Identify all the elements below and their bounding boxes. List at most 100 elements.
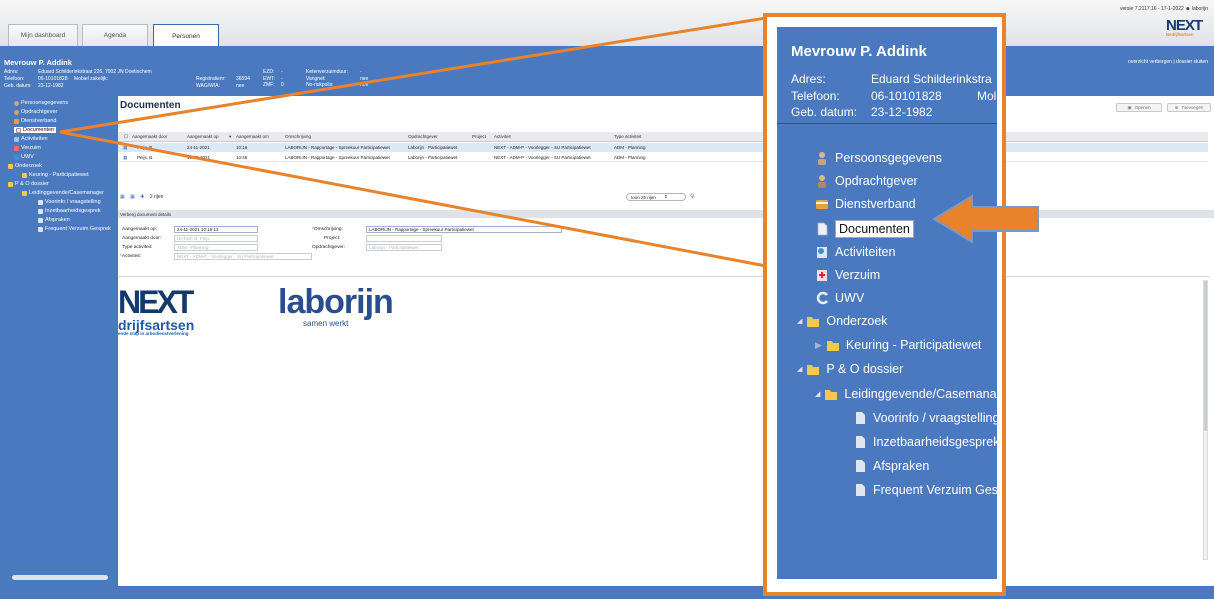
omschrijving-field[interactable]: LABORIJN - Rapportage - Spreekuur Partic… — [366, 226, 562, 233]
sidebar-item-label: Opdrachtgever — [21, 109, 58, 115]
document-icon — [856, 412, 865, 424]
details-toggle[interactable]: Verberg document details — [118, 210, 1214, 218]
zoom-mobiel-label: Mol — [977, 89, 997, 103]
preview-scrollbar[interactable] — [1203, 280, 1208, 560]
sidebar-item-activiteiten[interactable]: Activiteiten — [14, 136, 48, 142]
sidebar-scrollbar[interactable] — [12, 575, 108, 580]
sidebar-item-uwv[interactable]: UWV — [815, 291, 864, 305]
opdrachtgever-select[interactable]: Laborijn - Participatiewet — [366, 244, 442, 251]
sidebar-item-persoonsgegevens[interactable]: Persoonsgegevens — [14, 100, 68, 106]
sidebar-item-label: Activiteiten — [835, 245, 896, 259]
table-row[interactable]: ▦ Peijs, B. 24-11-2021 10:16 LABORIJN - … — [118, 143, 1208, 152]
sidebar-item-afspraken[interactable]: Afspraken — [38, 217, 70, 223]
sidebar-item-frequent-verzuim[interactable]: Frequent Verzuim Gesprek — [38, 226, 111, 232]
sidebar-item-dienstverband[interactable]: Dienstverband — [14, 118, 56, 124]
table-row[interactable]: ▦ Peijs, B. 13-10-2021 10:46 LABORIJN - … — [118, 153, 1208, 162]
tab-agenda[interactable]: Agenda — [82, 24, 148, 46]
activiteit-select[interactable]: NEXT - ADM-P - Voorlegger - SU Participa… — [174, 253, 312, 260]
type-activiteit-select[interactable]: ADM - Planning — [174, 244, 258, 251]
expanded-icon[interactable]: ◢ — [815, 390, 820, 398]
sidebar-tree: Persoonsgegevens Opdrachtgever Dienstver… — [0, 96, 118, 594]
documents-table-header: ☐ Aangemaakt door Aangemaakt op ▾ Aangem… — [118, 132, 1208, 142]
checkbox-icon[interactable]: ☐ — [124, 134, 128, 140]
search-icon[interactable]: ⚲ — [690, 193, 694, 200]
sidebar-item-afspraken[interactable]: Afspraken — [853, 459, 929, 473]
zmf-value: 0 — [281, 82, 284, 88]
add-button[interactable]: ⊕ Toevoegen — [1167, 103, 1211, 112]
col-header[interactable]: Type activiteit — [614, 134, 641, 139]
sidebar-item-frequent-verzuim[interactable]: Frequent Verzuim Gesp — [853, 483, 997, 497]
col-header[interactable]: Aangemaakt door — [132, 134, 168, 139]
sidebar-item-label: Keuring - Participatiewet — [29, 172, 89, 178]
sidebar-item-documenten[interactable]: Documenten — [14, 127, 57, 133]
person-icon — [14, 100, 19, 106]
sidebar-item-label: Keuring - Participatiewet — [845, 338, 982, 352]
delete-icon[interactable]: ▦ — [130, 194, 135, 200]
col-header[interactable]: Project — [472, 134, 486, 139]
sidebar-item-persoonsgegevens[interactable]: Persoonsgegevens — [815, 151, 942, 165]
col-header[interactable]: Aangemaakt op — [187, 134, 219, 139]
folder-icon — [22, 172, 27, 178]
activity-icon — [817, 247, 827, 258]
copy-icon[interactable]: ▦ — [120, 194, 125, 200]
sidebar-item-leidinggevende[interactable]: ◢ Leidinggevende/Casemana — [815, 387, 997, 401]
aangemaakt-op-field[interactable]: 24-11-2021 10:16:13 — [174, 226, 258, 233]
sidebar-item-inzetbaarheid[interactable]: Inzetbaarheidsgesprek — [38, 208, 101, 214]
sidebar-item-voorinfo[interactable]: Voorinfo / vraagstelling — [38, 199, 101, 205]
telefoon-value: 06-10101828 — [38, 76, 68, 82]
sidebar-item-keuring[interactable]: ▶ Keuring - Participatiewet — [815, 338, 981, 352]
sidebar-item-po-dossier[interactable]: ◢ P & O dossier — [797, 362, 903, 376]
sidebar-item-opdrachtgever[interactable]: Opdrachtgever — [815, 174, 918, 188]
project-select[interactable] — [366, 235, 442, 242]
activity-icon — [14, 136, 19, 142]
sidebar-item-verzuim[interactable]: Verzuim — [14, 145, 41, 151]
row-count-text: 2 rijen — [149, 194, 164, 200]
collapsed-icon[interactable]: ▶ — [815, 340, 822, 351]
rows-per-page-select[interactable]: toon 25 rijen ⇕ — [626, 193, 686, 201]
sidebar-item-documenten[interactable]: Documenten — [815, 220, 914, 238]
expanded-icon[interactable]: ◢ — [797, 317, 802, 325]
col-header[interactable]: Opdrachtgever — [408, 134, 438, 139]
open-button[interactable]: ▣ Openen — [1116, 103, 1162, 112]
sidebar-item-label: UWV — [835, 291, 865, 305]
aangemaakt-door-select[interactable]: De heer B. Peijs — [174, 235, 258, 242]
contract-icon — [816, 200, 828, 209]
sidebar-item-leidinggevende[interactable]: Leidinggevende/Casemanager — [22, 190, 104, 196]
tab-personen[interactable]: Personen — [153, 24, 219, 48]
sidebar-item-label: Leidinggevende/Casemana — [844, 387, 997, 401]
document-icon — [856, 460, 865, 472]
sidebar-item-label: Opdrachtgever — [835, 174, 918, 188]
telefoon-label: Telefoon: — [4, 76, 25, 82]
sidebar-item-keuring[interactable]: Keuring - Participatiewet — [22, 172, 89, 178]
col-header[interactable]: Activiteit — [494, 134, 511, 139]
sidebar-item-onderzoek[interactable]: ◢ Onderzoek — [797, 314, 888, 328]
sidebar-item-voorinfo[interactable]: Voorinfo / vraagstelling — [853, 411, 997, 425]
user-name[interactable]: laborijn — [1192, 6, 1208, 12]
sidebar-item-opdrachtgever[interactable]: Opdrachtgever — [14, 109, 57, 115]
person-icon — [818, 175, 826, 188]
add-row-icon[interactable]: ✚ — [140, 194, 144, 200]
sidebar-item-inzetbaarheid[interactable]: Inzetbaarheidsgesprek — [853, 435, 997, 449]
sidebar-item-onderzoek[interactable]: Onderzoek — [8, 163, 42, 169]
keten-labels: Ketenverzuimduur: Vangnet: No-riskpolis: — [306, 69, 356, 89]
person-name: Mevrouw P. Addink — [4, 58, 72, 67]
ezd-labels: EZD: EWT: ZMF: — [263, 69, 283, 89]
scrollbar-thumb[interactable] — [1204, 281, 1207, 431]
sidebar-item-dienstverband[interactable]: Dienstverband — [815, 197, 916, 211]
header-links[interactable]: overzicht verbergen | dossier sluiten — [1128, 59, 1208, 65]
sidebar-item-label: Onderzoek — [15, 163, 42, 169]
col-header[interactable]: Omschrijving — [285, 134, 311, 139]
wag-label: WAG/WIA: — [196, 82, 220, 89]
tab-mijn-dashboard[interactable]: Mijn dashboard — [8, 24, 78, 46]
expanded-icon[interactable]: ◢ — [797, 365, 802, 373]
preview-next-logo: NEXT — [118, 284, 194, 320]
sidebar-item-activiteiten[interactable]: Activiteiten — [815, 245, 895, 259]
sidebar-item-verzuim[interactable]: Verzuim — [815, 268, 880, 282]
sidebar-item-label: Voorinfo / vraagstelling — [45, 199, 101, 205]
col-header[interactable]: Aangemaakt om — [236, 134, 269, 139]
sidebar-item-po-dossier[interactable]: P & O dossier — [8, 181, 49, 187]
sidebar-item-label: Onderzoek — [826, 314, 888, 328]
sidebar-item-uwv[interactable]: UWV — [14, 154, 34, 160]
cell: NEXT - ADM-P - Voorlegger - SU Participa… — [494, 145, 591, 150]
omschrijving-label-text: Omschrijving: — [313, 227, 343, 232]
